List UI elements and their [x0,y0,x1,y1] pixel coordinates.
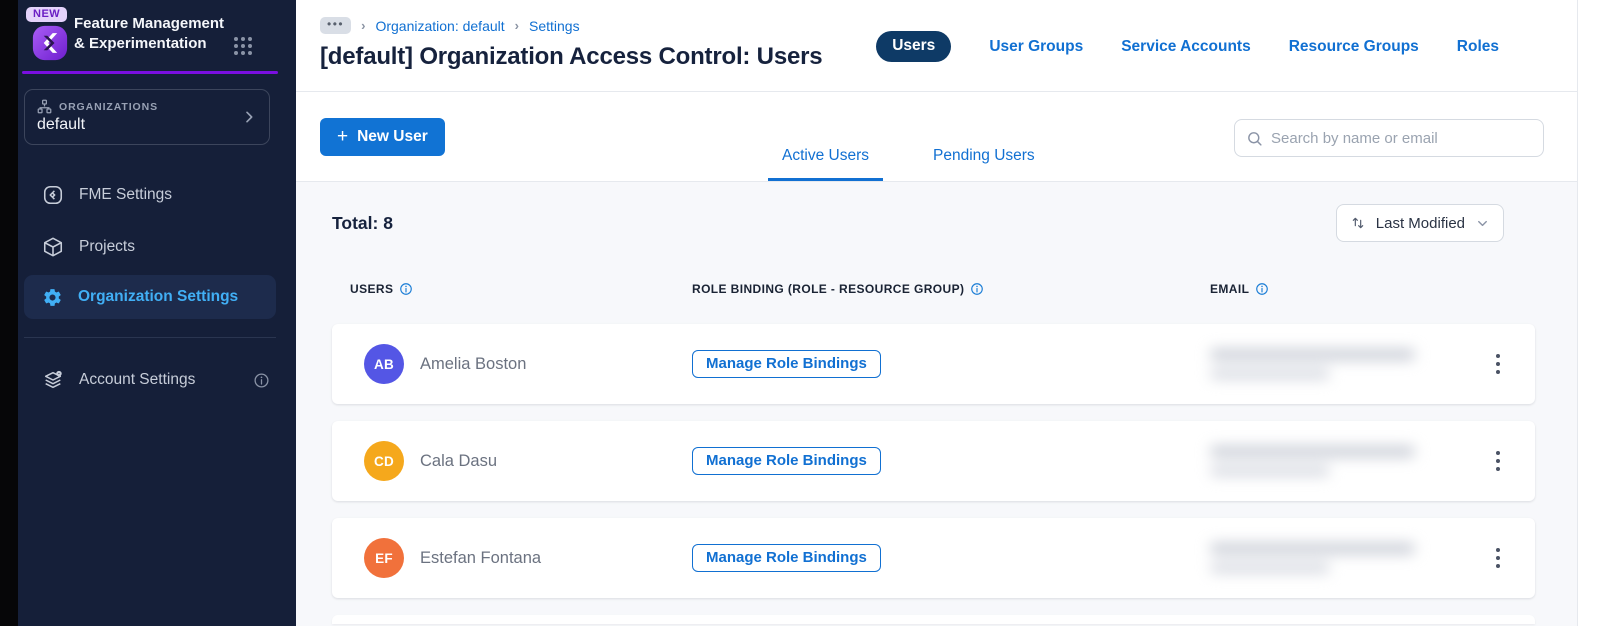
row-kebab-menu[interactable] [1485,444,1511,478]
product-title: Feature Management & Experimentation [74,15,225,52]
sort-label: Last Modified [1375,214,1465,232]
info-icon[interactable] [970,282,984,296]
info-icon[interactable] [253,372,270,389]
main-area: ••• › Organization: default › Settings [… [296,0,1600,626]
sidebar-item-label: Organization Settings [78,288,239,305]
app-switcher-grid-icon[interactable] [230,33,256,59]
row-kebab-menu[interactable] [1485,347,1511,381]
avatar: EF [364,538,404,578]
layers-gear-icon [42,369,64,391]
tab-pending-users[interactable]: Pending Users [919,147,1049,181]
email-redacted [1210,446,1425,476]
email-redacted [1210,543,1425,573]
column-header-users: USERS [350,282,692,296]
sidebar: NEW Feature Management & Experimentation [18,0,296,626]
users-table: AB Amelia Boston Manage Role Bindings CD… [332,324,1535,624]
sort-arrows-icon [1350,215,1366,231]
search-icon [1246,130,1263,147]
chevron-right-icon [241,109,257,125]
sidebar-divider [24,337,276,338]
new-badge: NEW [26,7,68,22]
table-row: AB Amelia Boston Manage Role Bindings [332,324,1535,404]
sidebar-item-label: Projects [79,238,135,255]
sidebar-item-label: FME Settings [79,186,173,203]
access-control-tabs: Users User Groups Service Accounts Resou… [876,31,1499,62]
gear-icon [42,287,63,308]
user-name: Amelia Boston [420,354,527,373]
tab-active-users[interactable]: Active Users [768,147,883,181]
organization-selector[interactable]: ORGANIZATIONS default [24,89,270,145]
search-box [1234,119,1544,157]
organization-value: default [37,116,86,133]
users-list-panel: Total: 8 Last Modified USERS ROLE BINDIN… [296,182,1577,626]
user-state-tabs: Active Users Pending Users [768,147,1049,181]
org-hierarchy-icon [37,99,52,114]
toolbar: + New User Active Users Pending Users [296,92,1577,182]
info-icon[interactable] [399,282,413,296]
tab-roles[interactable]: Roles [1457,38,1499,56]
split-logo-icon [32,25,68,61]
breadcrumb-ellipsis-button[interactable]: ••• [320,17,352,34]
manage-role-bindings-button[interactable]: Manage Role Bindings [692,350,881,378]
tab-user-groups[interactable]: User Groups [989,38,1083,56]
fme-settings-icon [42,184,64,206]
sidebar-header: NEW Feature Management & Experimentation [18,0,296,71]
table-row: EF Estefan Fontana Manage Role Bindings [332,518,1535,598]
sidebar-item-account-settings[interactable]: Account Settings [18,354,296,406]
table-header-row: USERS ROLE BINDING (ROLE - RESOURCE GROU… [332,282,1535,296]
column-header-role-binding: ROLE BINDING (ROLE - RESOURCE GROUP) [692,282,1210,296]
page-header: ••• › Organization: default › Settings [… [296,0,1577,92]
info-icon[interactable] [1255,282,1269,296]
column-header-email: EMAIL [1210,282,1479,296]
brand-accent-line [22,71,278,74]
manage-role-bindings-button[interactable]: Manage Role Bindings [692,447,881,475]
user-name: Estefan Fontana [420,548,542,567]
avatar: CD [364,441,404,481]
background-window-edge [0,0,18,626]
user-name: Cala Dasu [420,451,498,470]
sidebar-item-organization-settings[interactable]: Organization Settings [24,275,276,319]
email-redacted [1210,349,1425,379]
breadcrumb-separator: › [361,18,366,33]
row-kebab-menu[interactable] [1485,541,1511,575]
plus-icon: + [337,125,349,147]
sort-dropdown[interactable]: Last Modified [1335,204,1504,242]
sidebar-item-fme-settings[interactable]: FME Settings [18,169,296,221]
sidebar-item-label: Account Settings [79,371,196,388]
new-user-button[interactable]: + New User [320,118,445,156]
total-count: Total: 8 [332,212,393,233]
sidebar-nav: FME Settings Projects Organization Setti… [18,169,296,406]
manage-role-bindings-button[interactable]: Manage Role Bindings [692,544,881,572]
chevron-down-icon [1475,216,1490,231]
avatar: AB [364,344,404,384]
new-user-label: New User [357,128,428,145]
tab-users[interactable]: Users [876,31,952,62]
tab-service-accounts[interactable]: Service Accounts [1121,38,1251,56]
organizations-label: ORGANIZATIONS [59,100,159,113]
table-row-partially-visible [332,615,1535,624]
breadcrumb-link-organization[interactable]: Organization: default [375,18,504,34]
screen: NEW Feature Management & Experimentation [0,0,1600,626]
search-input[interactable] [1271,129,1532,147]
tab-resource-groups[interactable]: Resource Groups [1289,38,1419,56]
table-row: CD Cala Dasu Manage Role Bindings [332,421,1535,501]
breadcrumb-separator: › [514,18,519,33]
brand-logo-area: NEW [22,5,74,61]
cube-icon [42,236,64,258]
sidebar-item-projects[interactable]: Projects [18,221,296,273]
breadcrumb-link-settings[interactable]: Settings [529,18,580,34]
